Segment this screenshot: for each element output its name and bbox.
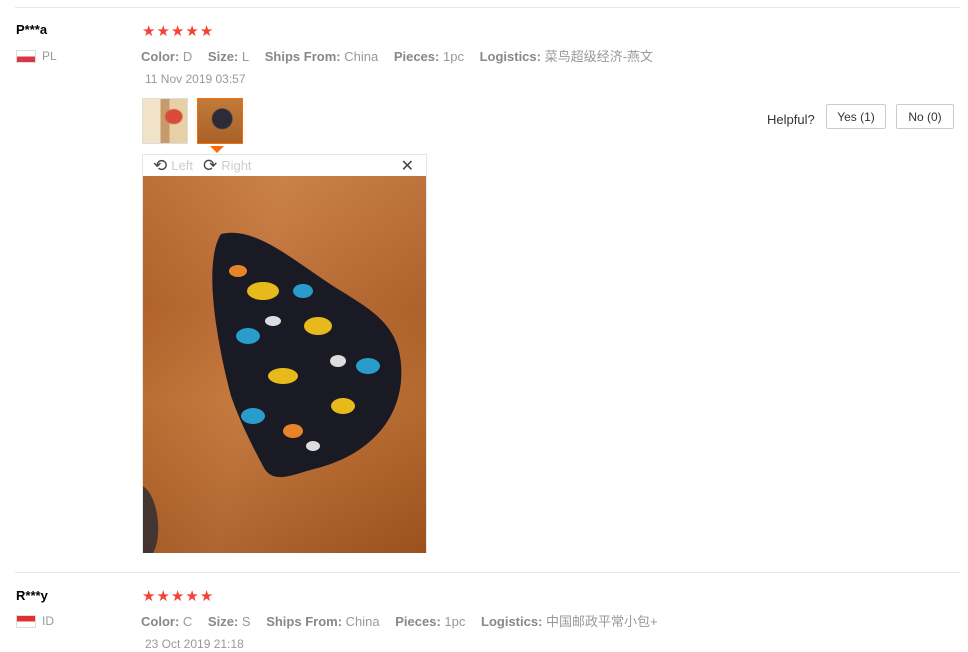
attr-value: 1pc — [444, 614, 466, 629]
reviewer-country: ID — [16, 614, 54, 628]
attr-key: Logistics: — [481, 614, 543, 629]
attr-key: Size: — [207, 49, 239, 64]
review-photo-thumbnail-selected[interactable] — [197, 98, 243, 144]
review-date: 11 Nov 2019 03:57 — [145, 72, 246, 86]
rotate-right-icon: ⟳ — [202, 155, 218, 176]
attr-value: C — [182, 614, 193, 629]
photo-viewer-toolbar: ⟲ Left ⟳ Right ✕ — [143, 155, 426, 176]
indonesia-flag-icon — [16, 614, 36, 628]
reviewer-country: PL — [16, 49, 57, 63]
attr-value: 1pc — [442, 49, 464, 64]
country-code: PL — [42, 49, 57, 63]
rotate-right-button[interactable]: ⟳ Right — [202, 155, 252, 176]
selected-thumbnail-caret-icon — [210, 146, 224, 153]
rating-stars: ★ ★ ★ ★ ★ — [142, 23, 213, 39]
poland-flag-icon — [16, 49, 36, 63]
attr-key: Size: — [207, 614, 239, 629]
photo-viewer: ⟲ Left ⟳ Right ✕ — [142, 154, 427, 553]
attr-value: 中国邮政平常小包+ — [546, 614, 658, 629]
star-icon: ★ — [185, 587, 199, 605]
rotate-right-label: Right — [221, 158, 252, 173]
star-icon: ★ — [156, 587, 170, 605]
country-code: ID — [42, 614, 54, 628]
attr-key: Ships From: — [266, 614, 343, 629]
attr-value: 菜鸟超级经济-燕文 — [544, 49, 653, 64]
attr-value: S — [241, 614, 251, 629]
attr-key: Logistics: — [479, 49, 541, 64]
attr-key: Ships From: — [264, 49, 341, 64]
attr-value: China — [345, 614, 380, 629]
attr-key: Pieces: — [393, 49, 440, 64]
helpful-no-button[interactable]: No (0) — [896, 104, 954, 129]
swimwear-photo-illustration — [143, 232, 402, 553]
star-icon: ★ — [170, 22, 185, 40]
attr-key: Color: — [141, 49, 180, 64]
star-icon: ★ — [170, 587, 185, 605]
review-photo-large — [143, 176, 426, 553]
review-date: 23 Oct 2019 21:18 — [145, 637, 244, 651]
star-icon: ★ — [142, 587, 156, 605]
star-icon: ★ — [199, 22, 214, 40]
helpful-yes-button[interactable]: Yes (1) — [826, 104, 886, 129]
attr-key: Pieces: — [395, 614, 441, 629]
attr-key: Color: — [141, 614, 180, 629]
review-photo-thumbnail[interactable] — [142, 98, 188, 144]
helpful-label: Helpful? — [767, 112, 815, 127]
rotate-left-label: Left — [171, 158, 193, 173]
star-icon: ★ — [156, 22, 170, 40]
rating-stars: ★ ★ ★ ★ ★ — [142, 588, 213, 604]
close-icon[interactable]: ✕ — [401, 156, 414, 175]
rotate-left-icon: ⟲ — [153, 155, 168, 176]
star-icon: ★ — [199, 587, 214, 605]
attr-value: D — [182, 49, 193, 64]
divider-between-reviews — [15, 572, 960, 573]
divider-top — [15, 7, 960, 8]
star-icon: ★ — [142, 22, 156, 40]
order-attributes: Color: C Size: S Ships From: China Piece… — [141, 611, 670, 630]
attr-value: China — [344, 49, 379, 64]
order-attributes: Color: D Size: L Ships From: China Piece… — [141, 46, 665, 65]
reviewer-name: R***y — [16, 588, 48, 603]
star-icon: ★ — [185, 22, 199, 40]
reviewer-name: P***a — [16, 22, 48, 37]
rotate-left-button[interactable]: ⟲ Left — [153, 155, 193, 176]
attr-value: L — [241, 49, 250, 64]
